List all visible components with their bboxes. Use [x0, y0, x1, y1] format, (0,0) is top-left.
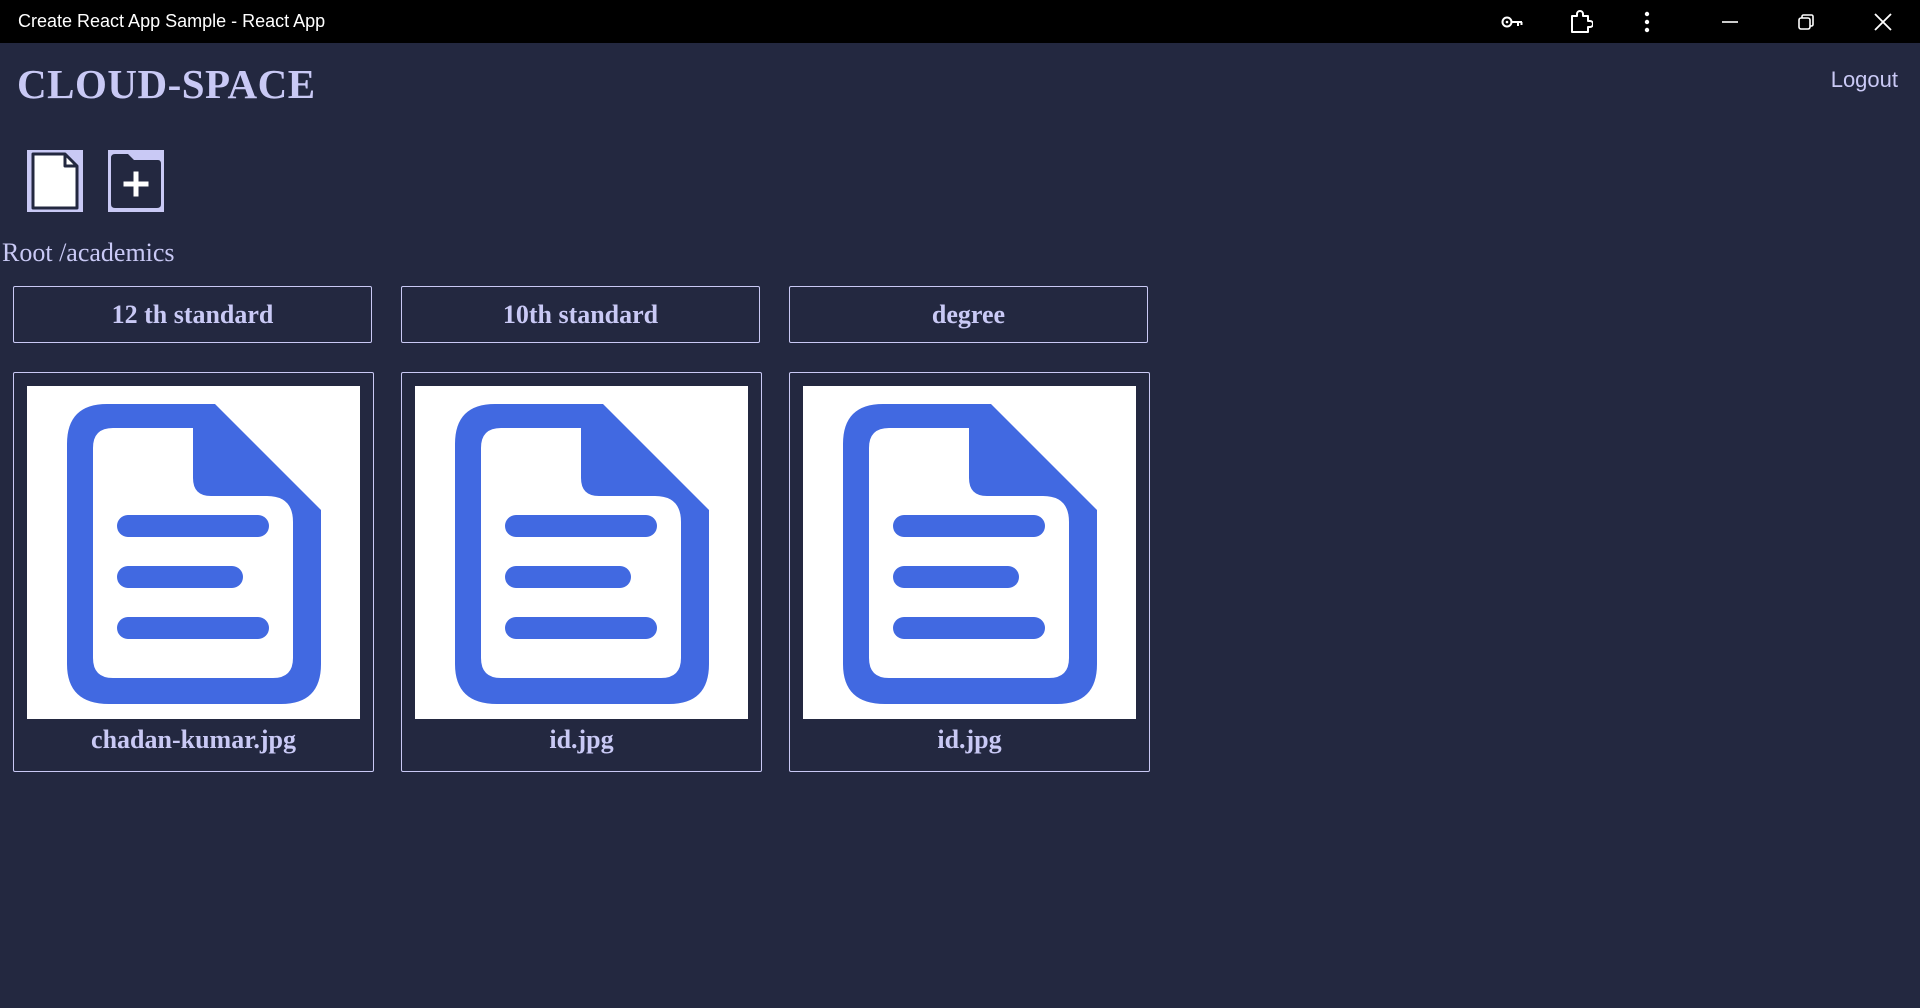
window-titlebar: Create React App Sample - React App: [0, 0, 1920, 43]
app-page: CLOUD-SPACE Logout Root /academics 12 th…: [0, 43, 1920, 1008]
folder-item[interactable]: 12 th standard: [13, 286, 372, 343]
brand-title: CLOUD-SPACE: [17, 61, 316, 107]
folder-item[interactable]: degree: [789, 286, 1148, 343]
extensions-icon[interactable]: [1557, 0, 1603, 43]
file-name: id.jpg: [937, 725, 1002, 754]
folder-item[interactable]: 10th standard: [401, 286, 760, 343]
close-icon[interactable]: [1860, 0, 1906, 43]
file-name: chadan-kumar.jpg: [91, 725, 296, 754]
file-name: id.jpg: [549, 725, 614, 754]
file-card[interactable]: id.jpg: [789, 372, 1150, 772]
file-card[interactable]: id.jpg: [401, 372, 762, 772]
file-card[interactable]: chadan-kumar.jpg: [13, 372, 374, 772]
document-icon: [415, 386, 748, 719]
key-icon[interactable]: [1490, 0, 1536, 43]
minimize-icon[interactable]: [1707, 0, 1753, 43]
add-folder-icon[interactable]: [108, 150, 164, 212]
document-icon: [27, 386, 360, 719]
more-options-icon[interactable]: [1624, 0, 1670, 43]
logout-link[interactable]: Logout: [1831, 67, 1898, 93]
restore-icon[interactable]: [1783, 0, 1829, 43]
document-icon: [803, 386, 1136, 719]
upload-file-icon[interactable]: [27, 150, 83, 212]
breadcrumb: Root /academics: [2, 238, 175, 267]
window-title: Create React App Sample - React App: [18, 11, 326, 31]
